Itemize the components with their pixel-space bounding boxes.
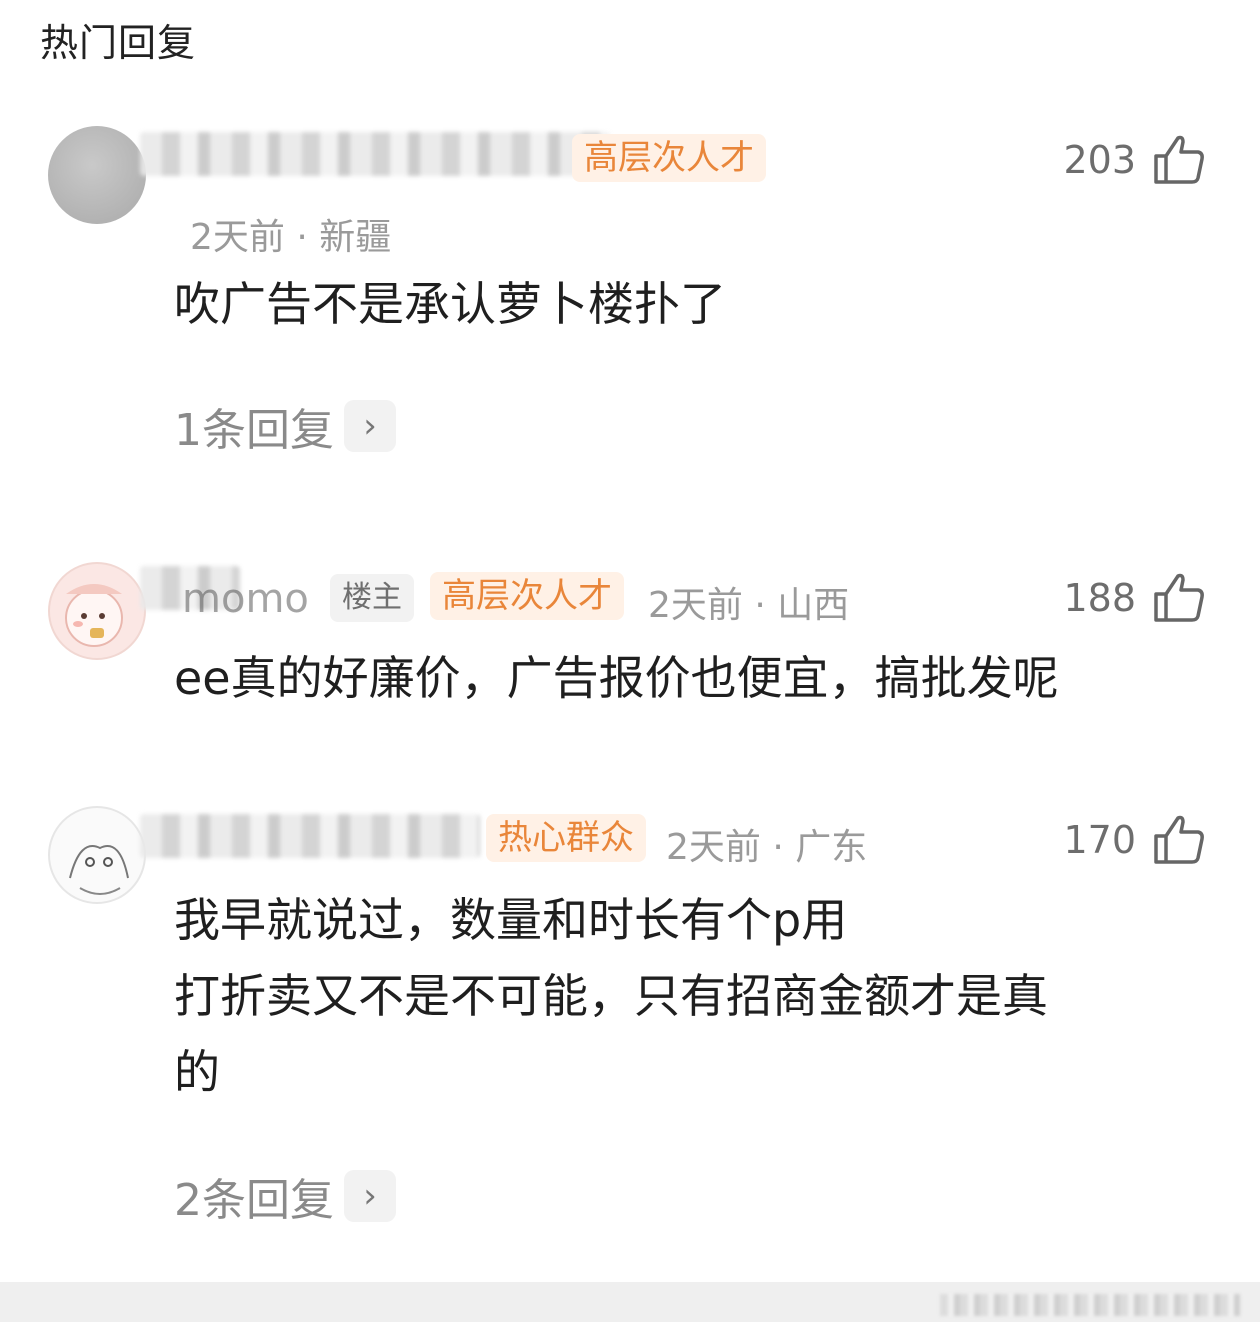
comment-location: 广东 <box>795 827 868 868</box>
comment-text: 我早就说过，数量和时长有个p用 打折卖又不是不可能，只有招商金额才是真 的 <box>174 882 1048 1110</box>
comment-time: 2天前 <box>648 585 743 626</box>
like-count: 203 <box>1063 138 1136 182</box>
comment-text-line: 打折卖又不是不可能，只有招商金额才是真 <box>174 969 1048 1023</box>
username-suffix[interactable]: momo <box>182 576 309 622</box>
comment-time: 2天前 <box>190 217 285 258</box>
author-tag: 楼主 <box>330 574 414 622</box>
comment-text-line: 吹广告不是承认萝卜楼扑了 <box>174 277 726 331</box>
meta-separator: · <box>296 217 320 258</box>
meta-separator: · <box>772 827 796 868</box>
thumbs-up-icon[interactable] <box>1152 570 1206 624</box>
sketch-avatar-image <box>69 845 129 895</box>
chevron-right-icon: › <box>344 1170 396 1222</box>
meta-separator: · <box>754 585 778 626</box>
avatar[interactable] <box>48 562 146 660</box>
like-count: 188 <box>1063 576 1136 620</box>
username-blurred[interactable] <box>140 814 480 858</box>
username-blurred[interactable] <box>140 132 610 176</box>
avatar[interactable] <box>48 806 146 904</box>
view-replies-button[interactable]: 2条回复 › <box>174 1170 396 1226</box>
comment-time: 2天前 <box>666 827 761 868</box>
comment-text-line: 的 <box>174 1045 220 1099</box>
like-count: 170 <box>1063 818 1136 862</box>
user-badge: 高层次人才 <box>572 134 766 182</box>
user-badge: 高层次人才 <box>430 572 624 620</box>
comment-text-line: 我早就说过，数量和时长有个p用 <box>174 893 848 947</box>
thumbs-up-icon[interactable] <box>1152 132 1206 186</box>
comment-text: 吹广告不是承认萝卜楼扑了 <box>174 266 726 342</box>
comment-meta: 2天前 · 新疆 <box>190 208 391 260</box>
reply-count: 1条回复 <box>174 405 334 456</box>
reply-count: 2条回复 <box>174 1175 334 1226</box>
cartoon-avatar-image <box>65 584 123 647</box>
section-title: 热门回复 <box>40 21 197 65</box>
avatar[interactable] <box>48 126 146 224</box>
chevron-right-icon: › <box>344 400 396 452</box>
user-badge: 热心群众 <box>486 814 646 862</box>
thumbs-up-icon[interactable] <box>1152 812 1206 866</box>
comment-location: 新疆 <box>319 217 392 258</box>
watermark-blurred <box>940 1294 1240 1316</box>
comment-text: ee真的好廉价，广告报价也便宜，搞批发呢 <box>174 640 1059 716</box>
view-replies-button[interactable]: 1条回复 › <box>174 400 396 456</box>
comment-location: 山西 <box>777 585 850 626</box>
comment-meta: 2天前 · 山西 <box>648 576 849 628</box>
comment-meta: 2天前 · 广东 <box>666 818 867 870</box>
comment-text-line: ee真的好廉价，广告报价也便宜，搞批发呢 <box>174 651 1059 705</box>
